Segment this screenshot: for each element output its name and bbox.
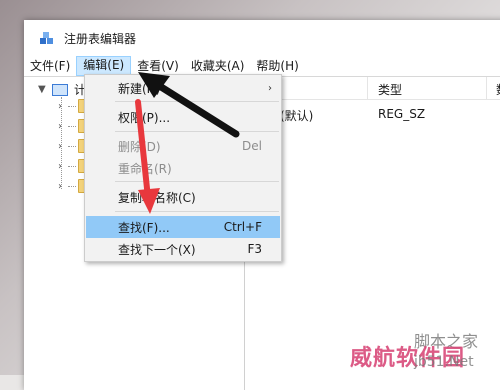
tree-connector <box>68 105 76 107</box>
column-header-type[interactable]: 类型 <box>378 81 402 98</box>
menu-item-label: 复制项名称(C) <box>118 190 196 205</box>
chevron-down-icon[interactable]: ▼ <box>38 84 46 95</box>
menu-item-label: 删除(D) <box>118 139 161 154</box>
chevron-right-icon[interactable]: › <box>58 141 66 152</box>
chevron-right-icon[interactable]: › <box>58 181 66 192</box>
menu-separator <box>115 181 279 182</box>
registry-editor-icon <box>38 29 56 47</box>
chevron-right-icon: › <box>268 82 272 94</box>
tree-connector <box>68 185 76 187</box>
watermark-text: jb51.Net <box>414 354 474 370</box>
menu-item-rename[interactable]: 重命名(R) <box>86 157 280 179</box>
column-header-data[interactable]: 数 <box>496 81 500 98</box>
menu-item-delete[interactable]: 删除(D) Del <box>86 135 280 157</box>
edit-menu-dropdown: 新建(N) › 权限(P)... 删除(D) Del 重命名(R) 复制项名称(… <box>84 74 282 262</box>
menu-item-shortcut: Ctrl+F <box>223 220 262 234</box>
tree-connector <box>68 125 76 127</box>
menu-item-shortcut: F3 <box>247 242 262 256</box>
title-bar: 注册表编辑器 <box>24 20 500 56</box>
menu-view[interactable]: 查看(V) <box>131 57 185 75</box>
column-divider[interactable] <box>486 77 487 99</box>
computer-icon <box>52 83 68 96</box>
chevron-right-icon[interactable]: › <box>58 121 66 132</box>
menu-item-new[interactable]: 新建(N) › <box>86 77 280 99</box>
menu-edit[interactable]: 编辑(E) <box>76 56 132 76</box>
menu-item-label: 新建(N) <box>118 81 161 96</box>
menu-separator <box>115 131 279 132</box>
value-name[interactable]: (默认) <box>280 107 313 124</box>
tree-connector <box>68 165 76 167</box>
chevron-right-icon[interactable]: › <box>58 161 66 172</box>
list-header <box>245 77 500 100</box>
column-divider[interactable] <box>367 77 368 99</box>
menu-item-find[interactable]: 查找(F)... Ctrl+F <box>86 216 280 238</box>
window-title: 注册表编辑器 <box>64 31 137 46</box>
menu-item-label: 权限(P)... <box>118 110 171 125</box>
menu-item-permissions[interactable]: 权限(P)... <box>86 106 280 128</box>
menu-item-copy-key-name[interactable]: 复制项名称(C) <box>86 186 280 208</box>
menu-item-find-next[interactable]: 查找下一个(X) F3 <box>86 238 280 260</box>
menu-help[interactable]: 帮助(H) <box>250 57 304 75</box>
menu-favorites[interactable]: 收藏夹(A) <box>185 57 251 75</box>
chevron-right-icon[interactable]: › <box>58 101 66 112</box>
tree-root-computer[interactable]: ▼ 计 <box>38 81 86 98</box>
menu-item-label: 查找(F)... <box>118 220 170 235</box>
menu-bar: 文件(F) 编辑(E) 查看(V) 收藏夹(A) 帮助(H) <box>24 56 500 76</box>
menu-item-shortcut: Del <box>242 139 262 153</box>
tree-connector <box>68 145 76 147</box>
menu-file[interactable]: 文件(F) <box>24 57 76 75</box>
menu-separator <box>115 211 279 212</box>
value-type: REG_SZ <box>378 107 426 121</box>
menu-item-label: 重命名(R) <box>118 161 172 176</box>
menu-item-label: 查找下一个(X) <box>118 242 196 257</box>
menu-separator <box>115 101 279 102</box>
